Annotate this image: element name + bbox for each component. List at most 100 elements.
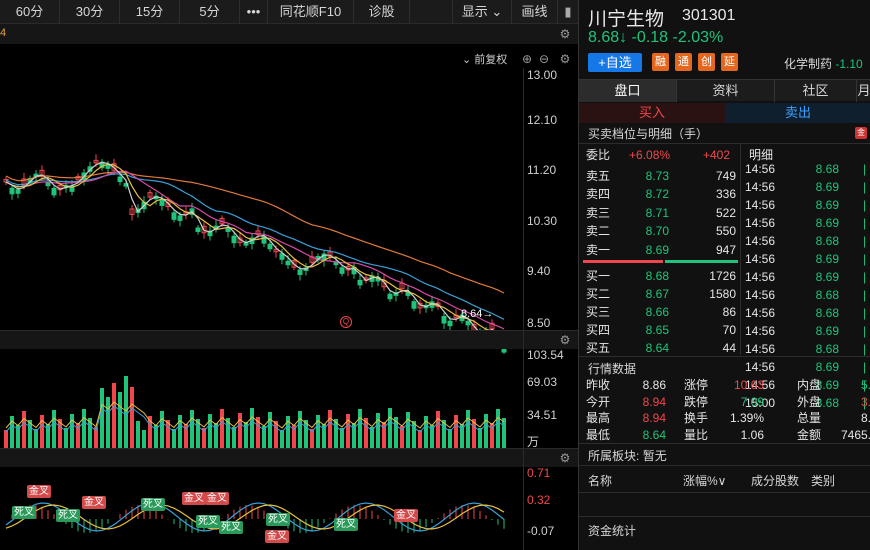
bid-row-label: 买四 [586,322,611,337]
gear-icon[interactable]: ⚙ [558,27,572,41]
tab-profile[interactable]: 资料 [677,80,775,102]
cross-label: 金叉 [265,530,289,543]
bid-row-price[interactable]: 8.64 [621,339,669,357]
kline-chart-area: 4 ⚙ ⌄ 前复权 ⊕ ⊖ ⚙ 13.00 12.10 11.20 10.30 … [0,24,578,550]
current-price: 8.68↓ [588,29,628,46]
bid-row-label: 买二 [586,286,611,301]
ratio-pct: +6.08% [629,148,671,162]
col-count[interactable]: 成分股数 [751,472,799,489]
display-label: 显示 [461,4,488,19]
bid-row-volume: 44 [722,340,736,355]
volume-ma-line [5,401,505,429]
volume-chart[interactable] [0,350,523,448]
candle-body [159,199,165,206]
bid-row-price[interactable]: 8.67 [621,285,669,303]
volume-tick: 103.54 [527,348,564,362]
price-tick: 8.50 [527,316,551,330]
tick-time: 14:56 [745,198,776,212]
tick-time: 14:56 [745,162,776,176]
candle-body [171,212,177,220]
level2-icon[interactable]: 金 [855,127,867,139]
tick-time: 14:56 [745,216,776,230]
chevron-down-icon: ⌄ [491,4,503,19]
trade-buttons: 买入 卖出 [579,103,870,123]
cross-label: 死叉 [334,518,358,531]
tab-community[interactable]: 社区 [775,80,857,102]
gear-icon[interactable]: ⚙ [558,451,572,465]
tick-volume-fragment: | [863,360,867,374]
price-tick: 11.20 [527,163,557,177]
col-category[interactable]: 类别 [811,472,835,489]
margin-tag[interactable]: 融 [652,53,669,71]
tick-price: 8.68 [815,162,839,176]
ask-row-volume: 522 [715,205,736,220]
ask-row-label: 卖四 [586,187,611,202]
quote-value: 7.09 [740,394,764,409]
display-menu[interactable]: 显示 ⌄ [452,0,512,24]
zoom-out-icon[interactable]: ⊖ [537,52,551,66]
macd-tick: -0.07 [527,524,555,538]
tick-price: 8.69 [815,360,839,374]
ask-row-price[interactable]: 8.70 [621,222,669,240]
collapse-icon[interactable]: ▮ [558,0,578,24]
connect-tag[interactable]: 通 [675,53,692,71]
candle-body [51,187,57,196]
draw-button[interactable]: 画线 [512,0,558,24]
volume-bar [238,413,242,448]
tick-time: 14:56 [745,180,776,194]
extended-tag[interactable]: 延 [721,53,738,71]
volume-bar [298,411,302,448]
volume-bar [124,376,128,448]
ask-row-price[interactable]: 8.69 [621,241,669,259]
ask-row-price[interactable]: 8.72 [621,185,669,203]
sector-label: 所属板块: [588,449,640,463]
bid-row-volume: 1580 [709,286,736,301]
main-panel-header: 4 ⚙ [0,24,578,44]
bid-row-label: 买三 [586,304,611,319]
period-15m[interactable]: 15分 [120,0,180,24]
quote-value: 5. [860,378,870,392]
period-5m[interactable]: 5分 [180,0,240,24]
last-price-tag: 8.64→ [461,308,494,320]
tick-volume-fragment: | [863,234,867,248]
tick-volume-fragment: | [863,180,867,194]
bid-row-price[interactable]: 8.66 [621,303,669,321]
event-marker[interactable]: Q [340,316,352,328]
period-60m[interactable]: 60分 [0,0,60,24]
tab-more[interactable]: 月 [857,80,870,102]
tab-orderbook[interactable]: 盘口 [579,80,677,102]
candlestick-chart[interactable] [0,64,523,354]
buy-button[interactable]: 买入 [579,103,725,123]
tick-time: 14:56 [745,234,776,248]
growth-board-tag[interactable]: 创 [698,53,715,71]
industry-link[interactable]: 化学制药 -1.10 [784,55,863,72]
sell-button[interactable]: 卖出 [725,103,870,123]
volume-tick: 34.51 [527,408,558,422]
gear-icon[interactable]: ⚙ [558,52,572,66]
candle-body [231,235,237,244]
col-name[interactable]: 名称 [588,472,612,489]
add-watchlist-button[interactable]: +自选 [588,53,642,72]
volume-bar [70,414,74,448]
stock-code: 301301 [682,7,736,24]
period-30m[interactable]: 30分 [60,0,120,24]
ask-row-label: 卖一 [586,242,611,257]
more-button[interactable]: ••• [240,0,268,24]
candle-body [387,293,393,300]
volume-bar [358,409,362,448]
volume-bar [130,387,134,448]
gear-icon[interactable]: ⚙ [558,333,572,347]
ask-row-volume: 550 [715,224,736,239]
fund-title: 资金统计 [588,524,637,538]
tick-volume-fragment: | [863,162,867,176]
ask-row-price[interactable]: 8.73 [621,167,669,185]
price-line: 8.68↓ -0.18 -2.03% [588,29,723,47]
volume-bar [142,430,146,448]
bid-row-price[interactable]: 8.68 [621,267,669,285]
col-change[interactable]: 涨幅%∨ [683,472,726,489]
ask-row-price[interactable]: 8.71 [621,204,669,222]
candle-body [105,164,111,169]
f10-button[interactable]: 同花顺F10 [268,0,354,24]
diagnose-button[interactable]: 诊股 [354,0,410,24]
bid-row-price[interactable]: 8.65 [621,321,669,339]
